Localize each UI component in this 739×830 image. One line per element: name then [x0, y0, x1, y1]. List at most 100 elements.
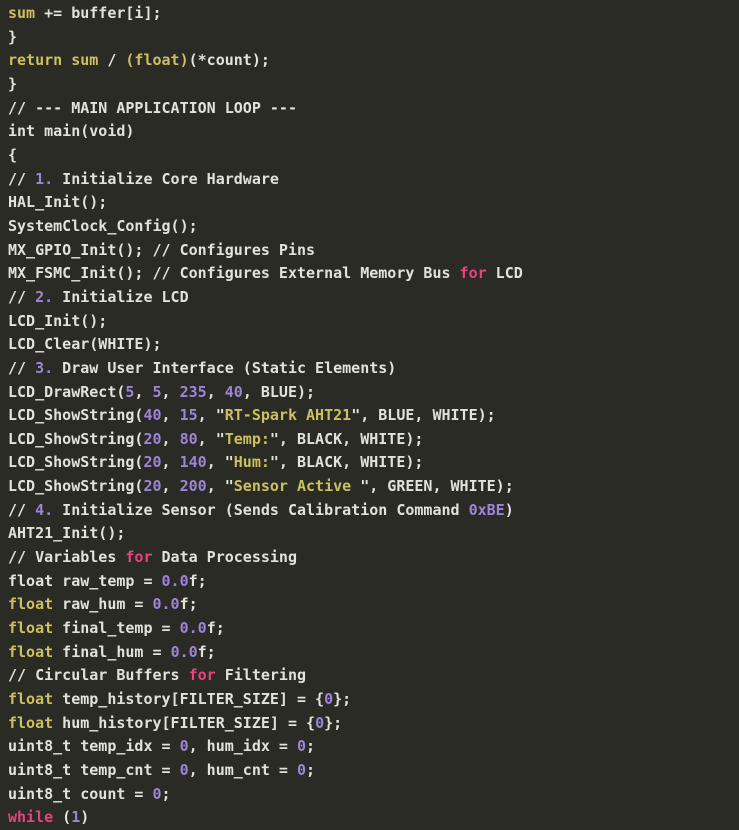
code-line: HAL_Init(); — [8, 191, 735, 215]
code-line: uint8_t temp_cnt = 0, hum_cnt = 0; — [8, 759, 735, 783]
code-token: LCD_Clear(WHITE); — [8, 335, 162, 353]
code-token: int main(void) — [8, 122, 134, 140]
code-token: f; — [180, 595, 198, 613]
code-token: , hum_cnt = — [189, 761, 297, 779]
code-line: // 1. Initialize Core Hardware — [8, 168, 735, 192]
code-token: }; — [324, 714, 342, 732]
code-line: sum += buffer[i]; — [8, 2, 735, 26]
code-token: MX_GPIO_Init(); // Configures Pins — [8, 241, 315, 259]
code-line: MX_FSMC_Init(); // Configures External M… — [8, 262, 735, 286]
code-token: 0 — [153, 785, 162, 803]
code-token: ( — [53, 808, 71, 826]
code-line: float temp_history[FILTER_SIZE] = {0}; — [8, 688, 735, 712]
code-token: sum — [8, 4, 35, 22]
code-line: uint8_t temp_idx = 0, hum_idx = 0; — [8, 735, 735, 759]
code-token: { — [8, 146, 17, 164]
code-token: final_hum = — [53, 643, 170, 661]
code-token: 1 — [71, 808, 80, 826]
code-token: 0 — [180, 761, 189, 779]
code-token: float — [8, 643, 53, 661]
code-token: for — [460, 264, 487, 282]
code-token: return — [8, 51, 62, 69]
code-token: 0xBE — [469, 501, 505, 519]
code-token: ; — [162, 785, 171, 803]
code-token: float — [8, 619, 53, 637]
code-token: Initialize Sensor (Sends Calibration Com… — [53, 501, 468, 519]
code-token: LCD_ShowString( — [8, 430, 143, 448]
code-token: float — [8, 595, 53, 613]
code-token: temp_history[FILTER_SIZE] = { — [53, 690, 324, 708]
code-token: Initialize LCD — [53, 288, 188, 306]
code-token: 0 — [315, 714, 324, 732]
code-token: // — [8, 501, 35, 519]
code-token: float — [8, 690, 53, 708]
code-line: return sum / (float)(*count); — [8, 49, 735, 73]
code-token: 140 — [180, 453, 207, 471]
code-token: ", GREEN, WHITE); — [360, 477, 514, 495]
code-token: , " — [198, 430, 225, 448]
code-token: 40 — [225, 383, 243, 401]
code-token: Filtering — [216, 666, 306, 684]
code-token: // — [8, 288, 35, 306]
code-token: , " — [207, 453, 234, 471]
code-token: // — [8, 170, 35, 188]
code-token: float — [8, 714, 53, 732]
code-token: / — [98, 51, 125, 69]
code-token: 0.0 — [171, 643, 198, 661]
code-line: LCD_ShowString(20, 140, "Hum:", BLACK, W… — [8, 451, 735, 475]
code-line: // --- MAIN APPLICATION LOOP --- — [8, 97, 735, 121]
code-line: while (1) — [8, 806, 735, 830]
code-token: uint8_t temp_cnt = — [8, 761, 180, 779]
code-token: 235 — [180, 383, 207, 401]
code-token: 40 — [143, 406, 161, 424]
code-line: { — [8, 144, 735, 168]
code-token: while — [8, 808, 53, 826]
code-token: , — [207, 383, 225, 401]
code-token: LCD_DrawRect( — [8, 383, 125, 401]
code-token: , — [162, 477, 180, 495]
code-token: , " — [198, 406, 225, 424]
code-token: 0 — [297, 737, 306, 755]
code-token: , — [134, 383, 152, 401]
code-token: (float) — [125, 51, 188, 69]
code-token: 2. — [35, 288, 53, 306]
code-line: // Variables for Data Processing — [8, 546, 735, 570]
code-line: LCD_DrawRect(5, 5, 235, 40, BLUE); — [8, 381, 735, 405]
code-token: Data Processing — [153, 548, 298, 566]
code-token: AHT21_Init(); — [8, 524, 125, 542]
code-token: 0.0 — [180, 619, 207, 637]
code-token: 0.0 — [153, 595, 180, 613]
code-token: LCD_ShowString( — [8, 477, 143, 495]
code-token: ) — [80, 808, 89, 826]
code-line: MX_GPIO_Init(); // Configures Pins — [8, 239, 735, 263]
code-token: 80 — [180, 430, 198, 448]
code-token: ; — [306, 737, 315, 755]
code-token: SystemClock_Config(); — [8, 217, 198, 235]
code-token: for — [189, 666, 216, 684]
code-line: SystemClock_Config(); — [8, 215, 735, 239]
code-token: RT-Spark AHT21 — [225, 406, 351, 424]
code-token: Initialize Core Hardware — [53, 170, 279, 188]
code-line: int main(void) — [8, 120, 735, 144]
code-token: ", BLUE, WHITE); — [351, 406, 496, 424]
code-token: sum — [71, 51, 98, 69]
code-token: HAL_Init(); — [8, 193, 107, 211]
code-token: }; — [333, 690, 351, 708]
code-token: 5 — [153, 383, 162, 401]
code-line: float final_temp = 0.0f; — [8, 617, 735, 641]
code-line: // 2. Initialize LCD — [8, 286, 735, 310]
code-editor: sum += buffer[i];}return sum / (float)(*… — [0, 0, 739, 830]
code-token: += buffer[i]; — [35, 4, 161, 22]
code-token: , — [162, 406, 180, 424]
code-line: } — [8, 73, 735, 97]
code-token: 3. — [35, 359, 53, 377]
code-token: } — [8, 28, 17, 46]
code-token: ", BLACK, WHITE); — [270, 430, 424, 448]
code-token: raw_hum = — [53, 595, 152, 613]
code-token: , — [162, 383, 180, 401]
code-token: final_temp = — [53, 619, 179, 637]
code-line: float final_hum = 0.0f; — [8, 641, 735, 665]
code-token: , — [162, 453, 180, 471]
code-token: Draw User Interface (Static Elements) — [53, 359, 396, 377]
code-token: , — [162, 430, 180, 448]
